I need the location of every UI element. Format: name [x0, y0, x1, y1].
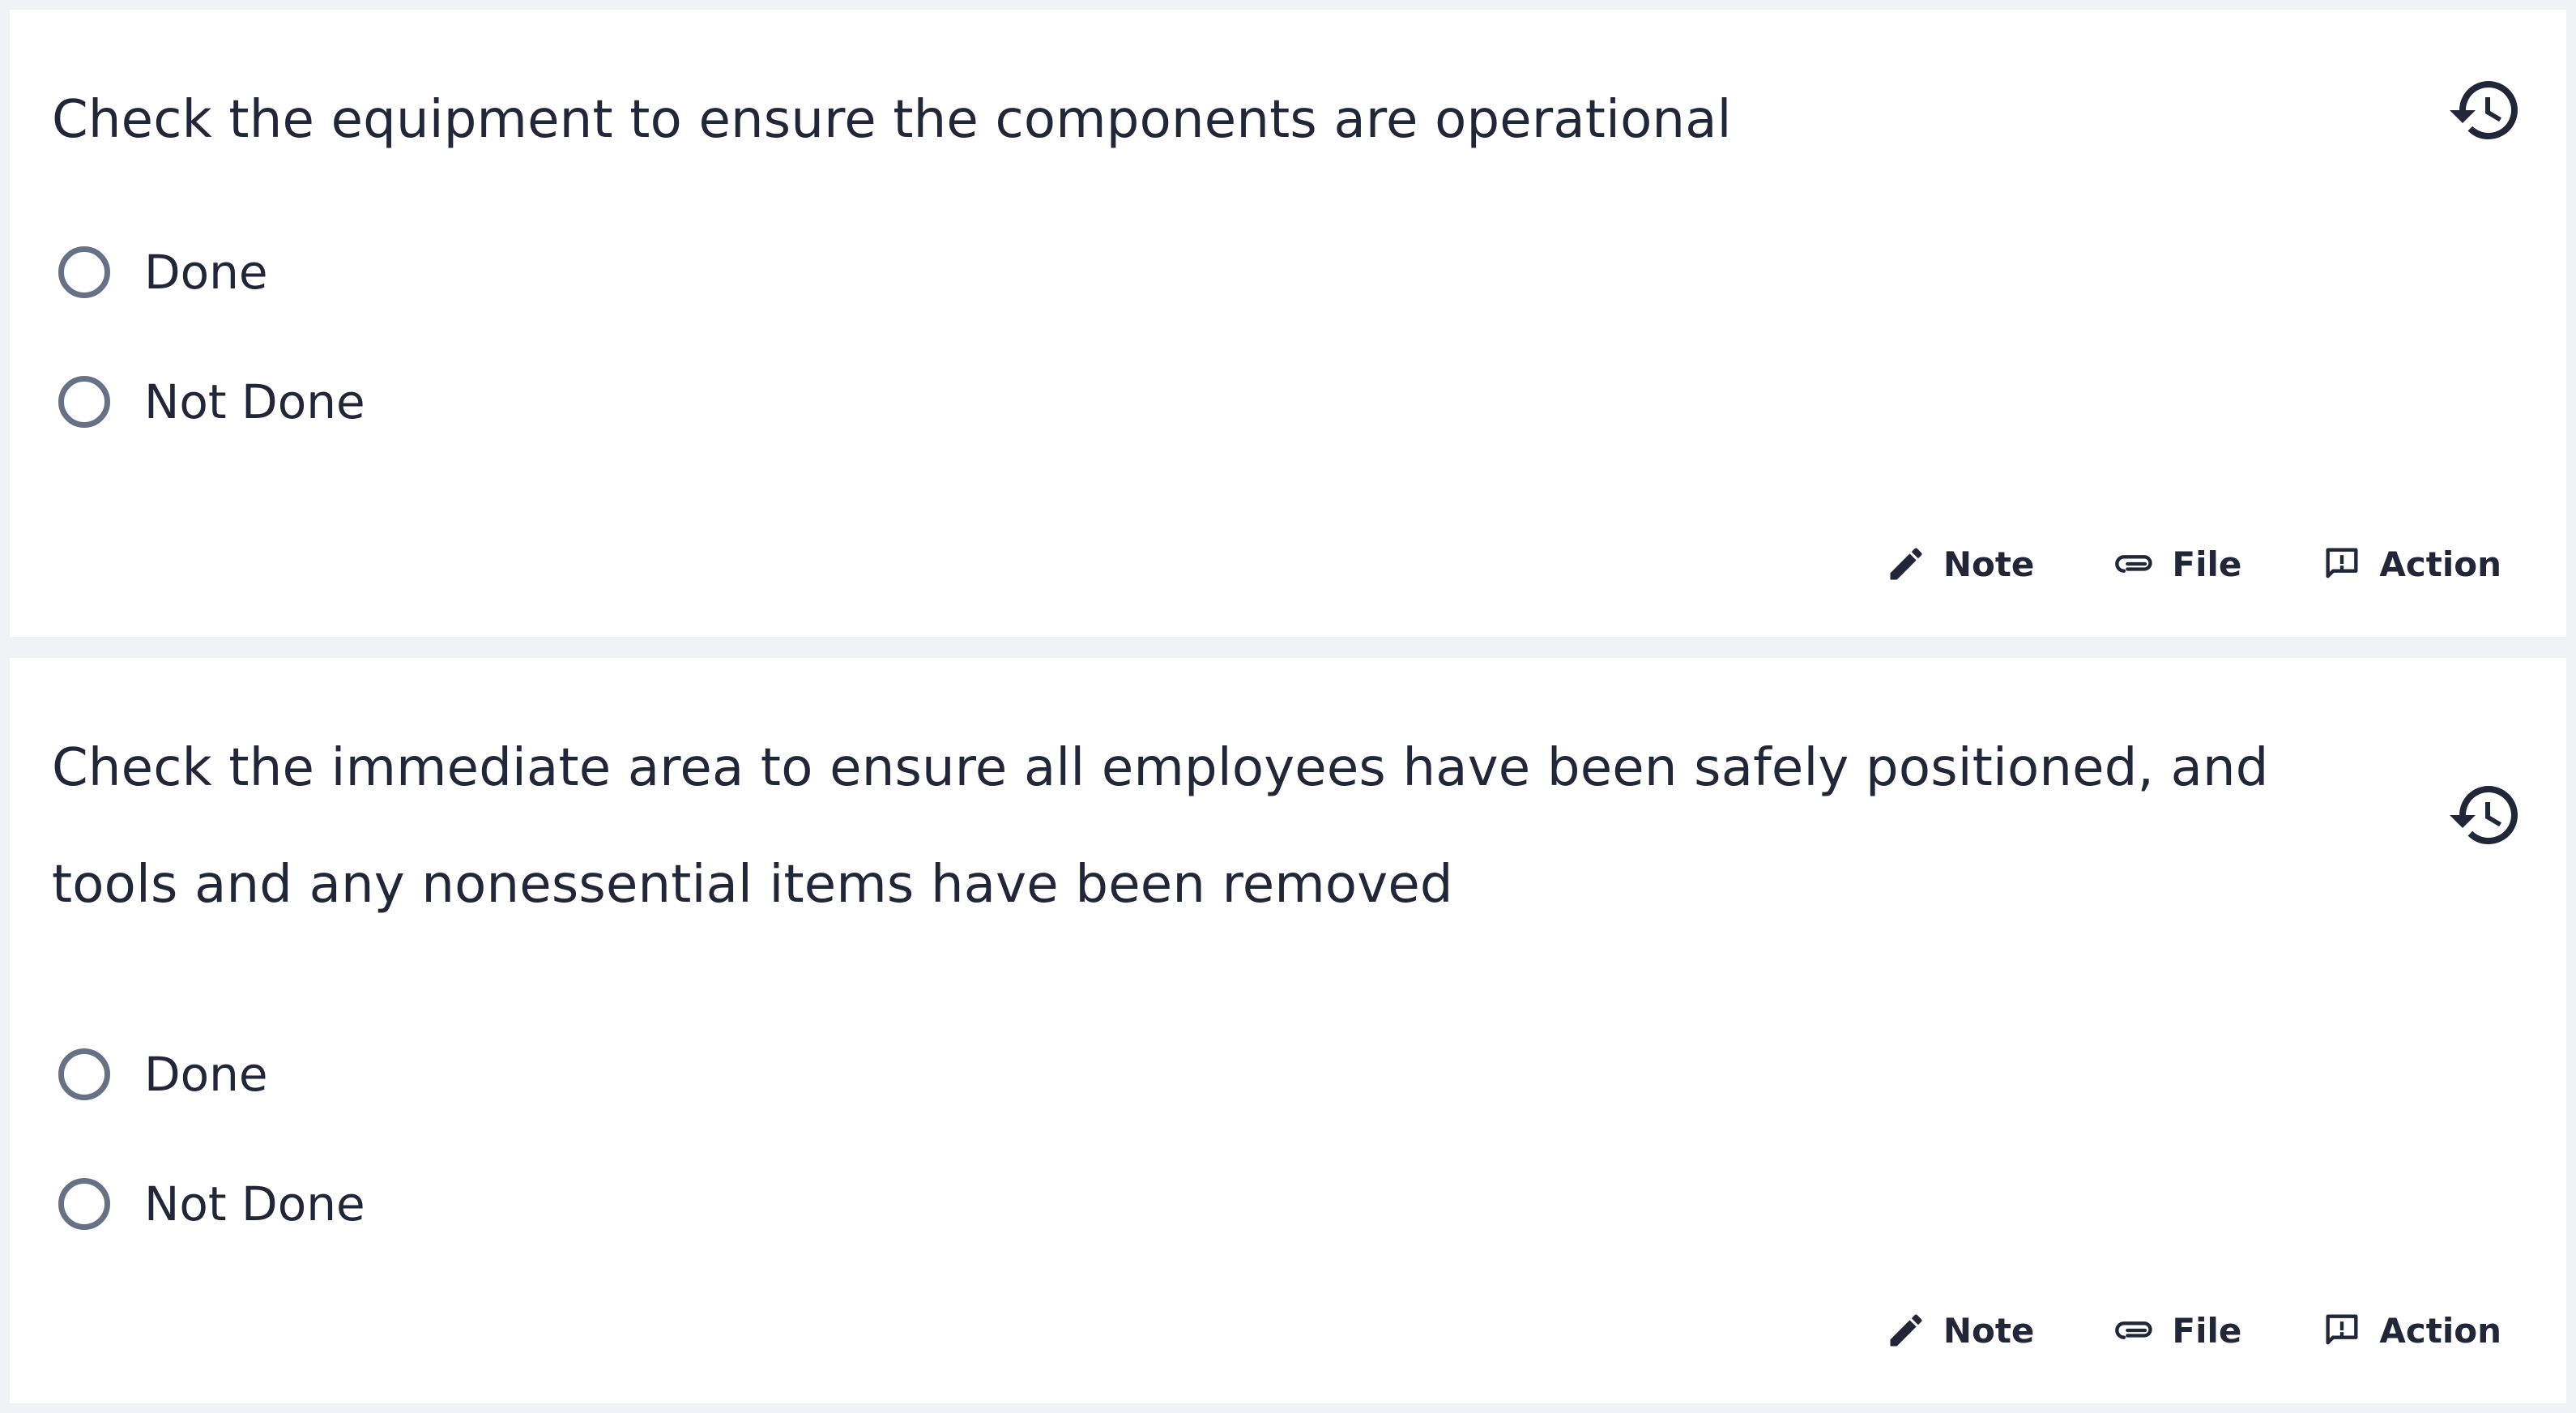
feedback-icon	[2326, 548, 2358, 578]
paperclip-icon	[2115, 1321, 2152, 1339]
question-text: Check the immediate area to ensure all e…	[52, 738, 2269, 915]
action-button[interactable]: Action	[2314, 531, 2508, 596]
option-done[interactable]: Done	[58, 233, 268, 311]
history-icon	[2450, 81, 2518, 140]
file-label: File	[2172, 544, 2242, 584]
note-label: Note	[1943, 1310, 2035, 1351]
action-label: Action	[2379, 1310, 2501, 1351]
history-button[interactable]	[2446, 71, 2524, 149]
checklist-item: Check the immediate area to ensure all e…	[10, 658, 2566, 1403]
history-icon	[2450, 786, 2518, 844]
option-done[interactable]: Done	[58, 1035, 268, 1113]
radio-button[interactable]	[58, 246, 110, 298]
option-label: Done	[144, 1047, 268, 1102]
option-not-done[interactable]: Not Done	[58, 1165, 365, 1243]
feedback-icon	[2326, 1314, 2358, 1345]
checklist-item: Check the equipment to ensure the compon…	[10, 10, 2566, 637]
item-actions: Note File Action	[1879, 531, 2508, 596]
option-label: Not Done	[144, 1176, 365, 1232]
note-button[interactable]: Note	[1879, 531, 2041, 596]
question-text: Check the equipment to ensure the compon…	[52, 90, 1732, 150]
option-not-done[interactable]: Not Done	[58, 363, 365, 441]
file-label: File	[2172, 1310, 2242, 1351]
history-button[interactable]	[2446, 776, 2524, 854]
action-button[interactable]: Action	[2314, 1298, 2508, 1363]
option-label: Not Done	[144, 374, 365, 429]
radio-button[interactable]	[58, 1178, 110, 1230]
action-label: Action	[2379, 544, 2501, 584]
radio-button[interactable]	[58, 1048, 110, 1100]
file-button[interactable]: File	[2107, 531, 2248, 596]
pencil-icon	[1890, 1314, 1922, 1347]
item-actions: Note File Action	[1879, 1298, 2508, 1363]
pencil-icon	[1890, 548, 1922, 580]
paperclip-icon	[2115, 555, 2152, 573]
option-label: Done	[144, 245, 268, 300]
file-button[interactable]: File	[2107, 1298, 2248, 1363]
note-button[interactable]: Note	[1879, 1298, 2041, 1363]
radio-button[interactable]	[58, 376, 110, 428]
note-label: Note	[1943, 544, 2035, 584]
